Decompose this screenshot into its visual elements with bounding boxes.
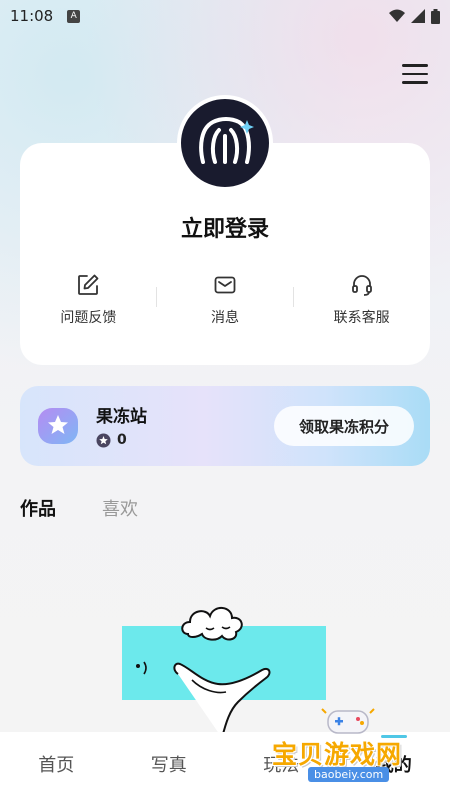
notification-badge-icon: A	[67, 9, 81, 23]
jelly-points: 0	[96, 432, 127, 448]
nav-gameplay[interactable]: 玩法	[225, 732, 338, 800]
menu-line	[402, 81, 428, 84]
headset-icon	[351, 275, 372, 296]
cellular-signal-icon	[411, 9, 425, 23]
menu-button[interactable]	[402, 64, 428, 86]
battery-icon	[431, 8, 440, 24]
tab-works[interactable]: 作品	[20, 495, 56, 521]
messages-button[interactable]: 消息	[157, 273, 294, 327]
mail-icon	[214, 276, 236, 294]
divider	[293, 287, 294, 307]
jelly-station-title: 果冻站	[96, 407, 147, 427]
customer-service-button[interactable]: 联系客服	[293, 273, 430, 327]
jelly-station-banner[interactable]: 果冻站 0 领取果冻积分	[20, 386, 430, 466]
login-button[interactable]: 立即登录	[20, 211, 430, 243]
wifi-icon	[389, 9, 405, 22]
nav-photos[interactable]: 写真	[113, 732, 226, 800]
avatar[interactable]	[177, 95, 273, 191]
customer-service-label: 联系客服	[333, 310, 390, 326]
nav-home[interactable]: 首页	[0, 732, 113, 800]
divider	[156, 287, 157, 307]
claim-jelly-points-button[interactable]: 领取果冻积分	[274, 406, 414, 446]
jelly-coin-icon	[96, 433, 111, 447]
nav-mine[interactable]: 我的	[338, 732, 450, 800]
nav-active-indicator	[381, 735, 407, 738]
edit-icon	[78, 274, 99, 295]
feedback-button[interactable]: 问题反馈	[20, 273, 157, 327]
bottom-navigation: 首页 写真 玩法 我的	[0, 732, 450, 800]
status-bar: 11:08 A	[0, 0, 450, 32]
status-time: 11:08	[10, 7, 54, 25]
content-tabs: 作品 喜欢	[20, 495, 138, 521]
app-logo-icon	[199, 117, 254, 164]
menu-line	[402, 64, 428, 67]
jelly-points-value: 0	[117, 432, 127, 448]
messages-label: 消息	[211, 310, 239, 326]
tab-likes[interactable]: 喜欢	[102, 495, 138, 521]
jelly-star-icon	[38, 408, 78, 444]
feedback-label: 问题反馈	[60, 310, 117, 326]
status-indicators	[389, 8, 440, 24]
quick-actions: 问题反馈 消息 联系客服	[20, 273, 430, 327]
menu-line	[402, 72, 428, 75]
empty-state-illustration	[122, 607, 326, 738]
